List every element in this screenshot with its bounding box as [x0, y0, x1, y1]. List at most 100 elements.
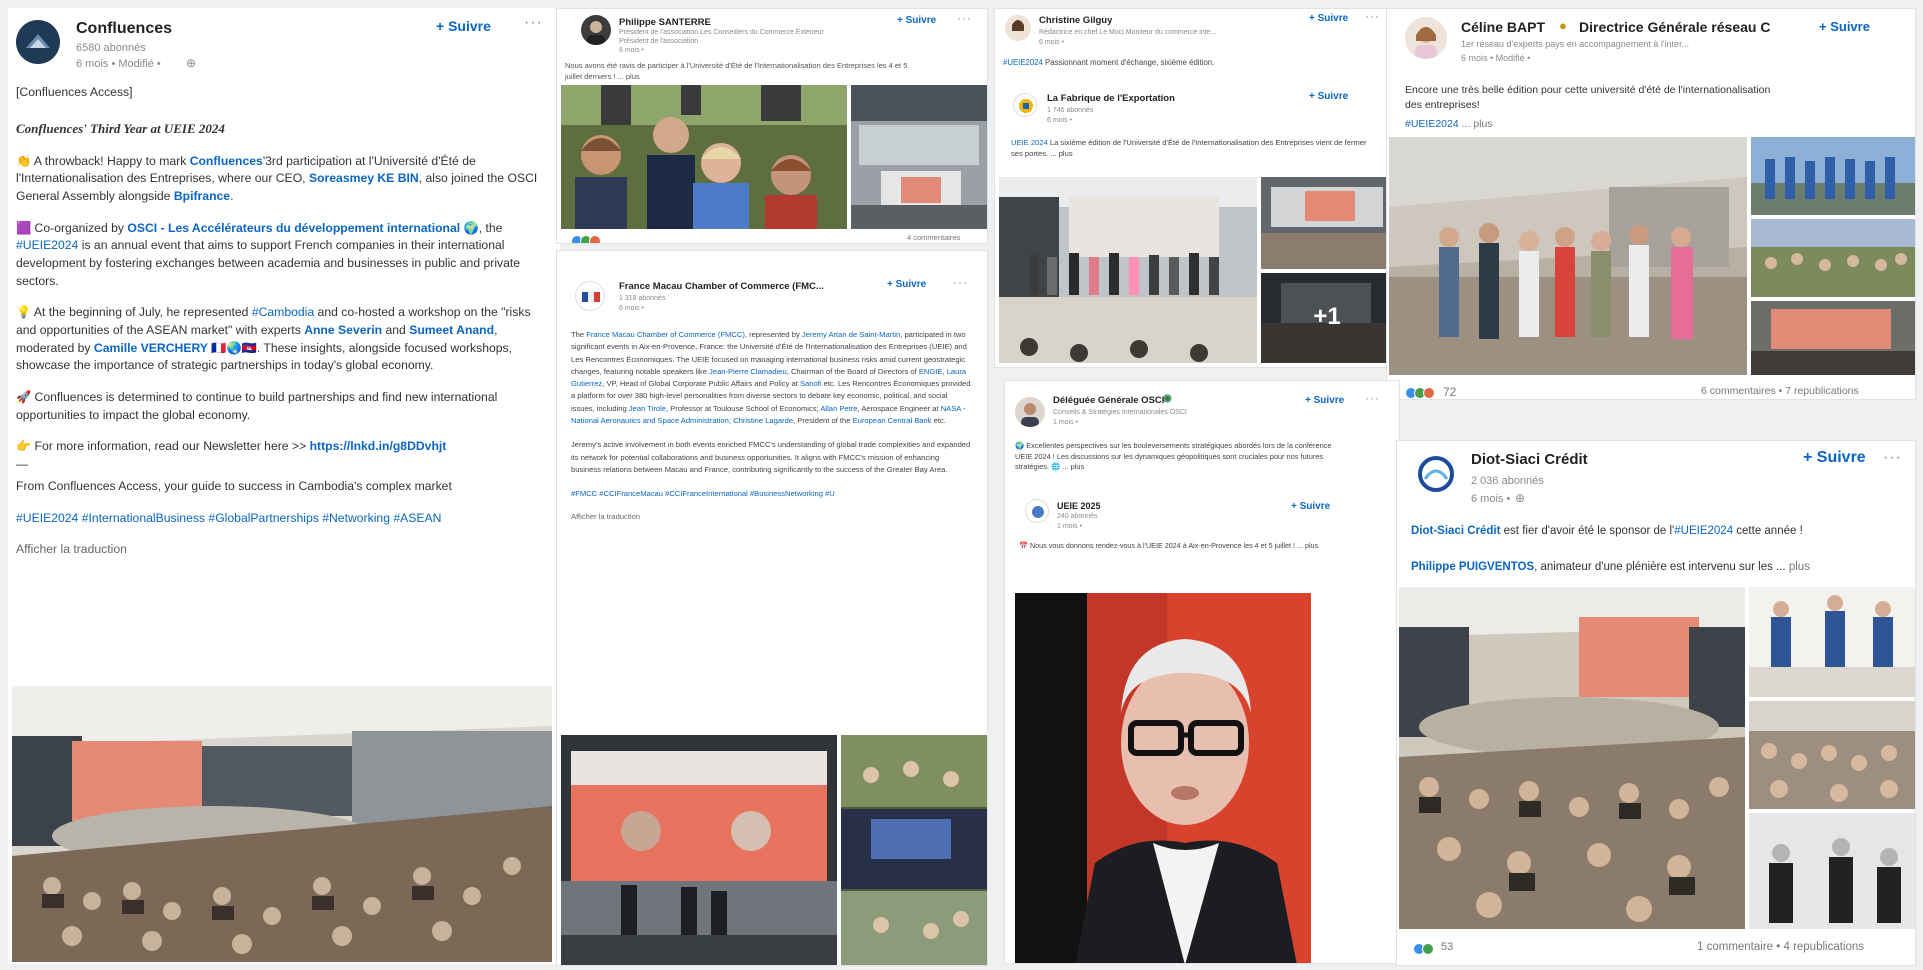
follow-button[interactable]: + Suivre [1305, 395, 1344, 406]
author-name[interactable]: Diot-Siaci Crédit [1471, 451, 1588, 468]
comments-reposts[interactable]: 1 commentaire • 4 republications [1697, 941, 1864, 953]
avatar-gilguy[interactable] [1005, 15, 1031, 41]
follow-button[interactable]: + Suivre [1819, 19, 1870, 34]
photo-group-terrace[interactable] [1389, 137, 1747, 375]
third-year-title: Confluences' Third Year at UEIE 2024 [16, 120, 225, 136]
photo-plenary-hall[interactable] [1399, 587, 1745, 929]
open-to-badge-icon: ◉ [1163, 393, 1172, 404]
author-title: Directrice Générale réseau C [1579, 19, 1771, 35]
photo-selfie-group[interactable] [561, 85, 847, 229]
more-options-icon[interactable]: ··· [1365, 9, 1380, 23]
more-options-icon[interactable]: ··· [1365, 391, 1380, 405]
shared-follow-button[interactable]: + Suivre [1309, 91, 1348, 102]
more-options-icon[interactable]: ··· [1883, 449, 1902, 467]
comment-count[interactable]: 4 commentaires [907, 233, 960, 242]
hashtag-ueie2024[interactable]: #UEIE2024 [1405, 118, 1459, 130]
photo-outdoor-crowd[interactable] [1751, 219, 1915, 297]
reaction-count[interactable]: 72 [1443, 385, 1456, 399]
avatar-bapt[interactable] [1405, 17, 1447, 59]
shared-meta: 1 mois • [1057, 523, 1083, 530]
mention-engie[interactable]: ENGIE [919, 367, 943, 376]
mention-clamadieu[interactable]: Jean-Pierre Clamadieu [709, 367, 787, 376]
author-name[interactable]: Philippe SANTERRE [619, 17, 711, 28]
author-name[interactable]: Christine Gilguy [1039, 15, 1112, 26]
newsletter-link[interactable]: https://lnkd.in/g8DDvhjt [310, 439, 447, 453]
photo-group-blue[interactable] [1751, 137, 1915, 215]
conference-hall-photo[interactable] [12, 686, 552, 962]
mention-jeremy[interactable]: Jeremy Artan de Saint-Martin [802, 330, 900, 339]
video-speaker[interactable] [1015, 593, 1311, 963]
author-headline: Président de l'association Les Conseille… [619, 29, 824, 36]
mention-ceo[interactable]: Soreasmey KE BIN [309, 171, 419, 185]
follow-button[interactable]: + Suivre [887, 279, 926, 290]
photo-panel-speakers[interactable] [1749, 587, 1915, 697]
photo-small-more[interactable]: +1 [1261, 273, 1393, 363]
post-hashtag-line: #UEIE2024 ... plus [1405, 117, 1493, 132]
hashtag-ueie2024[interactable]: #UEIE2024 [1674, 525, 1733, 537]
shared-author-name[interactable]: UEIE 2025 [1057, 501, 1101, 511]
shared-author-name[interactable]: La Fabrique de l'Exportation [1047, 93, 1175, 104]
mention-bpifrance[interactable]: Bpifrance [174, 189, 230, 203]
photo-panel-stage[interactable] [561, 735, 837, 965]
follower-count: 1 318 abonnés [619, 295, 666, 302]
follow-button[interactable]: + Suivre [436, 18, 491, 34]
mention-puigventos[interactable]: Philippe PUIGVENTOS [1411, 561, 1534, 573]
mention-fmcc[interactable]: France Macau Chamber of Commerce (FMCC) [586, 330, 745, 339]
see-more-link[interactable]: ... plus [1462, 118, 1493, 130]
post-body: #UEIE2024 Passionnant moment d'échange, … [1003, 58, 1215, 67]
author-name[interactable]: France Macau Chamber of Commerce (FMC... [619, 281, 824, 292]
photo-collage[interactable] [841, 735, 987, 965]
avatar-diot[interactable] [1413, 451, 1459, 497]
photo-stage[interactable] [851, 85, 987, 229]
mention-petre[interactable]: Allan Petre [820, 404, 857, 413]
mention-ecb[interactable]: European Central Bank [853, 416, 932, 425]
shared-follow-button[interactable]: + Suivre [1291, 501, 1330, 512]
follow-button[interactable]: + Suivre [1309, 13, 1348, 24]
hashtag-line[interactable]: #FMCC #CCIFranceMacau #CCIFranceInternat… [571, 488, 971, 500]
photo-small-a[interactable] [1261, 177, 1393, 269]
author-name[interactable]: Confluences [76, 20, 172, 38]
mention-sumeet-anand[interactable]: Sumeet Anand [409, 323, 494, 337]
hashtag-ueie2024[interactable]: #UEIE2024 [16, 238, 78, 252]
photo-auditorium[interactable] [1751, 301, 1915, 375]
reaction-icons[interactable] [1413, 943, 1434, 955]
hashtag-ueie2024[interactable]: #UEIE2024 [1003, 58, 1043, 67]
author-name[interactable]: Céline BAPT [1461, 19, 1545, 35]
hashtag-line[interactable]: #UEIE2024 #InternationalBusiness #Global… [16, 510, 546, 528]
reaction-icons[interactable] [1405, 387, 1435, 399]
more-options-icon[interactable]: ··· [524, 14, 543, 32]
shared-hashtag[interactable]: UEIE 2024 [1011, 138, 1048, 147]
mention-camille-verchery[interactable]: Camille VERCHERY [94, 341, 208, 355]
shared-post[interactable]: La Fabrique de l'Exportation 1 746 abonn… [1003, 79, 1389, 179]
follow-button[interactable]: + Suivre [1803, 449, 1866, 467]
author-name[interactable]: Déléguée Générale OSCI [1053, 395, 1164, 406]
mention-lagarde[interactable]: Christine Lagarde [733, 416, 793, 425]
post-body: Encore une très belle édition pour cette… [1405, 84, 1771, 112]
mention-tirole[interactable]: Jean Tirole [629, 404, 666, 413]
translate-link[interactable]: Afficher la traduction [16, 541, 546, 559]
follow-button[interactable]: + Suivre [897, 15, 936, 26]
mention-diot[interactable]: Diot-Siaci Crédit [1411, 525, 1500, 537]
photo-stage-group[interactable] [999, 177, 1257, 363]
mention-sanofi[interactable]: Sanofi [800, 379, 822, 388]
avatar-fmcc[interactable] [575, 281, 605, 311]
comments-reposts[interactable]: 6 commentaires • 7 republications [1701, 385, 1859, 397]
see-more-link[interactable]: plus [1789, 561, 1810, 573]
reaction-count[interactable]: 53 [1441, 941, 1453, 953]
mention-anne-severin[interactable]: Anne Severin [304, 323, 382, 337]
mention-osci[interactable]: OSCI - Les Accélérateurs du développemen… [127, 221, 460, 235]
photo-bw-speakers[interactable] [1749, 813, 1915, 929]
avatar-santerre[interactable] [581, 15, 611, 45]
reaction-icons[interactable] [571, 235, 601, 243]
mention-confluences[interactable]: Confluences [190, 154, 263, 168]
hashtag-cambodia[interactable]: #Cambodia [252, 305, 314, 319]
more-options-icon[interactable]: ··· [953, 275, 968, 289]
avatar-confluences[interactable] [16, 20, 60, 64]
more-options-icon[interactable]: ··· [957, 11, 972, 25]
shared-post[interactable]: UEIE 2025 240 abonnés 1 mois • + Suivre … [1015, 493, 1391, 573]
post-meta: 1 mois • [1053, 419, 1079, 426]
translate-link[interactable]: Afficher la traduction [571, 511, 971, 523]
paragraph-newsletter: 👉 For more information, read our Newslet… [16, 439, 447, 454]
photo-audience-small[interactable] [1749, 701, 1915, 809]
avatar-osci[interactable] [1015, 397, 1045, 427]
